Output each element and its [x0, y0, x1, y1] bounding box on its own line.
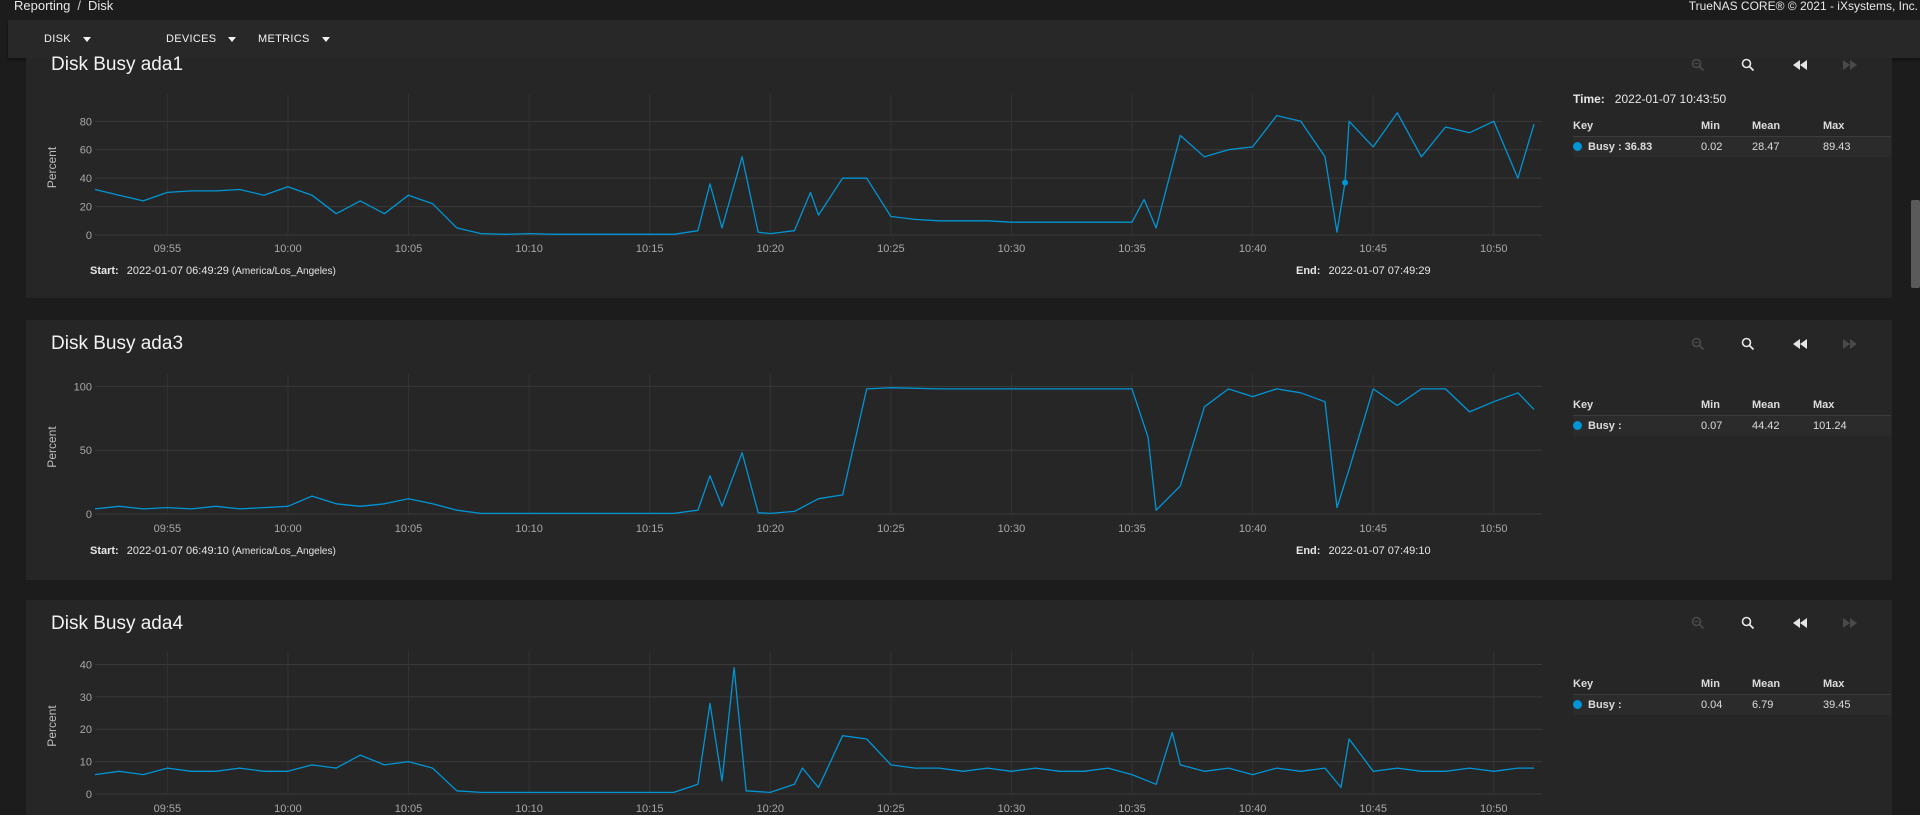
page-scrollbar[interactable] [1911, 200, 1920, 288]
x-tick-label: 10:30 [998, 243, 1026, 255]
x-tick-label: 10:10 [515, 523, 543, 535]
hover-point [1342, 179, 1349, 186]
x-tick-label: 10:25 [877, 803, 905, 815]
y-tick-label: 60 [80, 145, 92, 157]
series-line [94, 112, 1535, 235]
y-tick-label: 0 [86, 789, 92, 801]
y-tick-label: 20 [80, 202, 92, 214]
x-tick-label: 10:45 [1359, 803, 1387, 815]
y-axis-label: Percent [45, 146, 59, 188]
x-tick-label: 09:55 [154, 243, 182, 255]
x-tick-label: 10:10 [515, 243, 543, 255]
y-tick-label: 40 [80, 173, 92, 185]
x-tick-label: 10:00 [274, 803, 302, 815]
x-tick-label: 10:30 [998, 523, 1026, 535]
y-tick-label: 0 [86, 509, 92, 521]
x-tick-label: 10:45 [1359, 523, 1387, 535]
y-axis-label: Percent [45, 705, 59, 747]
x-tick-label: 10:15 [636, 803, 664, 815]
x-tick-label: 10:10 [515, 803, 543, 815]
x-tick-label: 10:30 [998, 803, 1026, 815]
x-tick-label: 10:25 [877, 243, 905, 255]
y-tick-label: 30 [80, 692, 92, 704]
chart-0: 0 20 40 60 80 09:55 10:00 10:05 10:10 10:15 10:20 1… [45, 94, 1542, 255]
x-tick-label: 10:15 [636, 523, 664, 535]
y-tick-label: 10 [80, 757, 92, 769]
series-line [94, 667, 1534, 794]
x-tick-label: 10:40 [1239, 523, 1267, 535]
x-tick-label: 10:05 [395, 523, 423, 535]
x-tick-label: 10:50 [1480, 523, 1508, 535]
charts-svg: 0 20 40 60 80 09:55 10:00 10:05 10:10 10:15 10:20 1… [45, 94, 1542, 815]
x-tick-label: 10:50 [1480, 243, 1508, 255]
x-tick-label: 10:45 [1359, 243, 1387, 255]
x-tick-label: 10:00 [274, 523, 302, 535]
x-tick-label: 10:35 [1118, 523, 1146, 535]
chart-1: 0 50 100 09:55 10:00 10:05 10:10 10:15 10:20 10:2… [45, 374, 1542, 535]
x-tick-label: 10:40 [1239, 243, 1267, 255]
chart-2: 0 10 20 30 40 09:55 10:00 10:05 10:10 10:15 10:20 1… [45, 652, 1542, 815]
x-tick-label: 10:40 [1239, 803, 1267, 815]
x-tick-label: 10:50 [1480, 803, 1508, 815]
x-tick-label: 10:15 [636, 243, 664, 255]
y-tick-label: 20 [80, 724, 92, 736]
x-tick-label: 10:35 [1118, 803, 1146, 815]
y-axis-label: Percent [45, 426, 59, 468]
x-tick-label: 09:55 [154, 803, 182, 815]
x-tick-label: 10:05 [395, 243, 423, 255]
x-tick-label: 10:00 [274, 243, 302, 255]
x-tick-label: 10:20 [757, 243, 785, 255]
y-tick-label: 0 [86, 230, 92, 242]
y-tick-label: 50 [80, 445, 92, 457]
x-tick-label: 10:05 [395, 803, 423, 815]
x-tick-label: 10:35 [1118, 243, 1146, 255]
x-tick-label: 09:55 [154, 523, 182, 535]
x-tick-label: 10:20 [757, 523, 785, 535]
x-tick-label: 10:20 [757, 803, 785, 815]
x-tick-label: 10:25 [877, 523, 905, 535]
y-tick-label: 80 [80, 116, 92, 128]
y-tick-label: 40 [80, 659, 92, 671]
y-tick-label: 100 [74, 381, 92, 393]
